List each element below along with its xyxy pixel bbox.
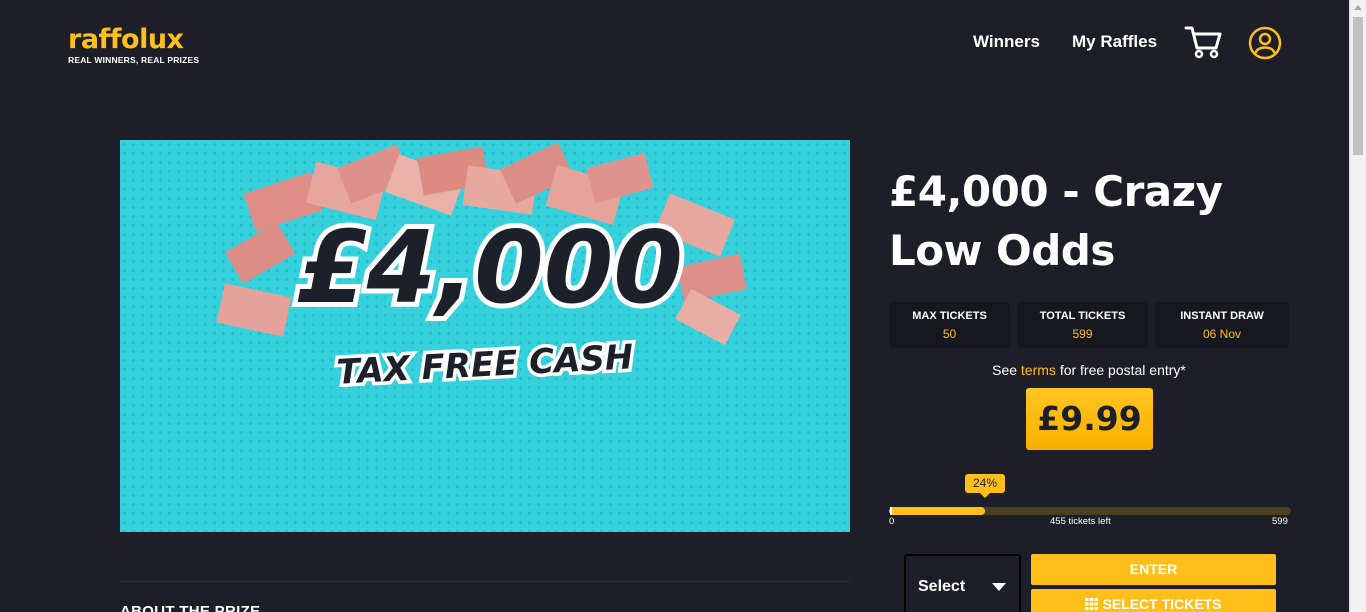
page-scrollbar[interactable]: [1349, 0, 1366, 612]
hero-amount: £4,000: [297, 209, 683, 326]
raffle-title: £4,000 - Crazy Low Odds: [889, 167, 1223, 275]
stat-label: TOTAL TICKETS: [1039, 310, 1126, 322]
progress-percent-badge: 24%: [965, 474, 1005, 493]
prize-hero-image: £4,000 TAX FREE CASH: [120, 140, 850, 532]
stat-value: 06 Nov: [1202, 327, 1242, 341]
progress-badge-arrow: [980, 493, 990, 498]
about-prize-heading: ABOUT THE PRIZE: [120, 603, 261, 612]
scrollbar-thumb[interactable]: [1353, 17, 1363, 155]
postal-entry-note: See terms for free postal entry*: [889, 362, 1289, 378]
raffolux-logo[interactable]: raffolux REAL WINNERS, REAL PRIZES: [68, 24, 200, 66]
stat-instant-draw: INSTANT DRAW 06 Nov: [1155, 302, 1289, 348]
stat-max-tickets: MAX TICKETS 50: [889, 302, 1010, 348]
tickets-left-label: 455 tickets left: [1050, 516, 1111, 527]
select-tickets-label: SELECT TICKETS: [1102, 596, 1222, 612]
chevron-down-icon: [992, 583, 1006, 591]
stat-value: 50: [942, 327, 957, 341]
enter-button[interactable]: ENTER: [1031, 554, 1276, 585]
grid-icon: [1085, 598, 1099, 610]
stat-label: INSTANT DRAW: [1180, 310, 1264, 322]
ticket-price: £9.99: [1026, 388, 1153, 450]
terms-suffix: for free postal entry*: [1059, 362, 1186, 378]
logo-tagline: REAL WINNERS, REAL PRIZES: [68, 55, 200, 65]
hero-subtitle: TAX FREE CASH: [336, 337, 635, 392]
progress-min-label: 0: [889, 516, 895, 527]
logo-wordmark: raffolux: [68, 24, 184, 55]
cart-icon[interactable]: [1184, 24, 1222, 60]
user-icon[interactable]: [1248, 26, 1282, 60]
progress-max-label: 599: [1272, 516, 1288, 527]
scroll-up-arrow-icon[interactable]: [1354, 5, 1362, 10]
tickets-progress-bar: [889, 507, 1291, 515]
select-tickets-button[interactable]: SELECT TICKETS: [1031, 589, 1276, 612]
section-divider: [120, 581, 850, 582]
stat-total-tickets: TOTAL TICKETS 599: [1017, 302, 1148, 348]
terms-prefix: See: [992, 362, 1018, 378]
nav-winners[interactable]: Winners: [973, 32, 1040, 52]
terms-link[interactable]: terms: [1021, 362, 1056, 378]
amount-text-graphic: £4,000: [292, 204, 688, 331]
ticket-quantity-select[interactable]: Select: [904, 554, 1021, 612]
subtitle-text-graphic: TAX FREE CASH: [332, 334, 638, 396]
nav-my-raffles[interactable]: My Raffles: [1072, 32, 1157, 52]
progress-start-marker: [890, 507, 892, 515]
select-label: Select: [918, 578, 966, 595]
stat-value: 599: [1072, 327, 1093, 341]
stat-label: MAX TICKETS: [912, 310, 987, 322]
tickets-progress-fill: [889, 507, 986, 515]
